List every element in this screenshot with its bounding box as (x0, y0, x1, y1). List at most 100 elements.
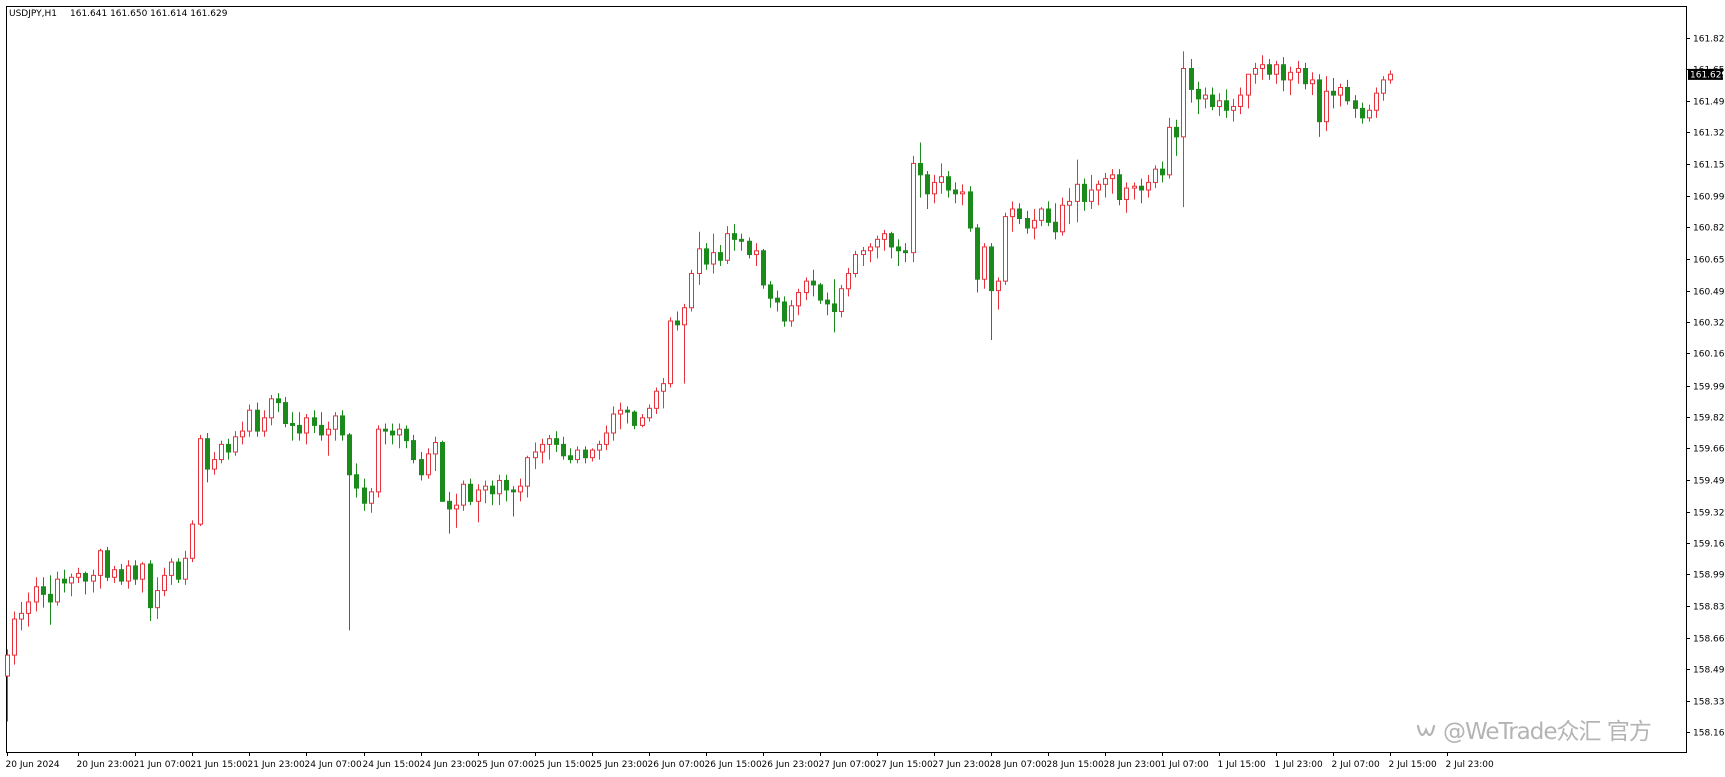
candle-body (711, 252, 716, 265)
candle-body (1367, 109, 1372, 119)
candle-body (362, 487, 367, 504)
candle-body (1338, 86, 1343, 96)
candle-body (761, 250, 766, 286)
candle-body (903, 250, 908, 254)
candle (105, 546, 110, 582)
candle-body (69, 576, 74, 584)
candle-body (561, 443, 566, 457)
candle-body (604, 432, 609, 445)
candle-body (868, 246, 873, 252)
candle-body (1124, 187, 1129, 200)
candle-body (247, 409, 252, 432)
current-price-tag: 161.629 (1688, 68, 1725, 80)
candle-body (782, 301, 787, 322)
candlestick-chart[interactable]: 161.820161.655161.490161.325161.155160.9… (0, 0, 1725, 777)
wechat-channel-icon (1416, 724, 1436, 736)
candle-body (1246, 73, 1251, 96)
candle-body (1196, 88, 1201, 100)
candle-body (169, 561, 174, 576)
candle-body (682, 307, 687, 326)
y-tick-label: 160.825 (1693, 224, 1725, 234)
candle-body (276, 398, 281, 404)
candle-body (968, 191, 973, 229)
chart-window[interactable]: 161.820161.655161.490161.325161.155160.9… (0, 0, 1725, 777)
candle (219, 440, 224, 464)
candle-body (376, 428, 381, 493)
y-tick-label: 160.490 (1693, 288, 1725, 298)
y-tick-label: 161.325 (1693, 129, 1725, 139)
x-tick-label: 28 Jun 07:00 (990, 760, 1047, 770)
candle-body (91, 574, 96, 582)
candle-body (304, 417, 309, 434)
candle-body (982, 246, 987, 280)
candle-body (661, 383, 666, 392)
candle-body (1324, 90, 1329, 123)
x-tick-label: 24 Jun 23:00 (420, 760, 477, 770)
candle-body (839, 288, 844, 313)
y-tick-label: 158.495 (1693, 666, 1725, 676)
candle-body (140, 563, 145, 580)
x-tick-label: 27 Jun 07:00 (819, 760, 876, 770)
candle-body (283, 402, 288, 425)
candle-body (953, 189, 958, 195)
candle-body (255, 409, 260, 432)
candle-body (1310, 79, 1315, 85)
candle-body (1203, 94, 1208, 100)
candle-body (1296, 68, 1301, 73)
candle-body (1139, 185, 1144, 191)
candle-body (105, 550, 110, 578)
candle-body (319, 424, 324, 436)
candle-body (996, 280, 1001, 292)
candle-body (369, 491, 374, 504)
candle-body (226, 443, 231, 453)
candle-body (483, 485, 488, 491)
candle-body (654, 390, 659, 409)
x-tick-label: 27 Jun 15:00 (876, 760, 933, 770)
y-tick-label: 161.155 (1693, 161, 1725, 171)
candle-body (1132, 185, 1137, 189)
candle-body (26, 601, 31, 614)
candle-body (975, 227, 980, 280)
candle-body (518, 485, 523, 493)
candle-body (354, 474, 359, 489)
candle-body (148, 563, 153, 609)
candle-body (426, 453, 431, 476)
candle-body (611, 413, 616, 434)
candle (689, 269, 694, 312)
candle-body (433, 441, 438, 455)
candle-body (861, 250, 866, 256)
candle-body (333, 415, 338, 430)
candle-body (1160, 168, 1165, 176)
candle-body (804, 280, 809, 294)
candle-body (583, 449, 588, 459)
y-tick-label: 159.825 (1693, 414, 1725, 424)
candle-body (625, 409, 630, 413)
candle-body (468, 483, 473, 502)
chart-symbol-label: USDJPY,H1 (9, 9, 57, 19)
x-tick-label: 1 Jul 15:00 (1218, 760, 1267, 770)
candle-body (290, 423, 295, 426)
candle-body (198, 438, 203, 525)
candle-body (1288, 71, 1293, 81)
candle-body (1181, 68, 1186, 138)
candle-body (297, 424, 302, 434)
y-tick-label: 158.165 (1693, 729, 1725, 739)
candle (761, 248, 766, 289)
candle-body (262, 417, 267, 432)
candle-body (818, 284, 823, 301)
candle-body (832, 303, 837, 313)
candle-body (190, 523, 195, 559)
candle-body (240, 430, 245, 438)
candle-body (1189, 68, 1194, 90)
candle-body (5, 654, 10, 677)
candle-body (390, 430, 395, 436)
y-tick-label: 161.820 (1693, 35, 1725, 45)
candle-body (989, 246, 994, 292)
candle-body (383, 428, 388, 432)
y-tick-label: 158.660 (1693, 635, 1725, 645)
candle-body (1353, 100, 1358, 109)
candle-body (1167, 126, 1172, 176)
y-tick-label: 158.330 (1693, 698, 1725, 708)
candle-body (176, 561, 181, 580)
x-tick-label: 2 Jul 15:00 (1389, 760, 1438, 770)
